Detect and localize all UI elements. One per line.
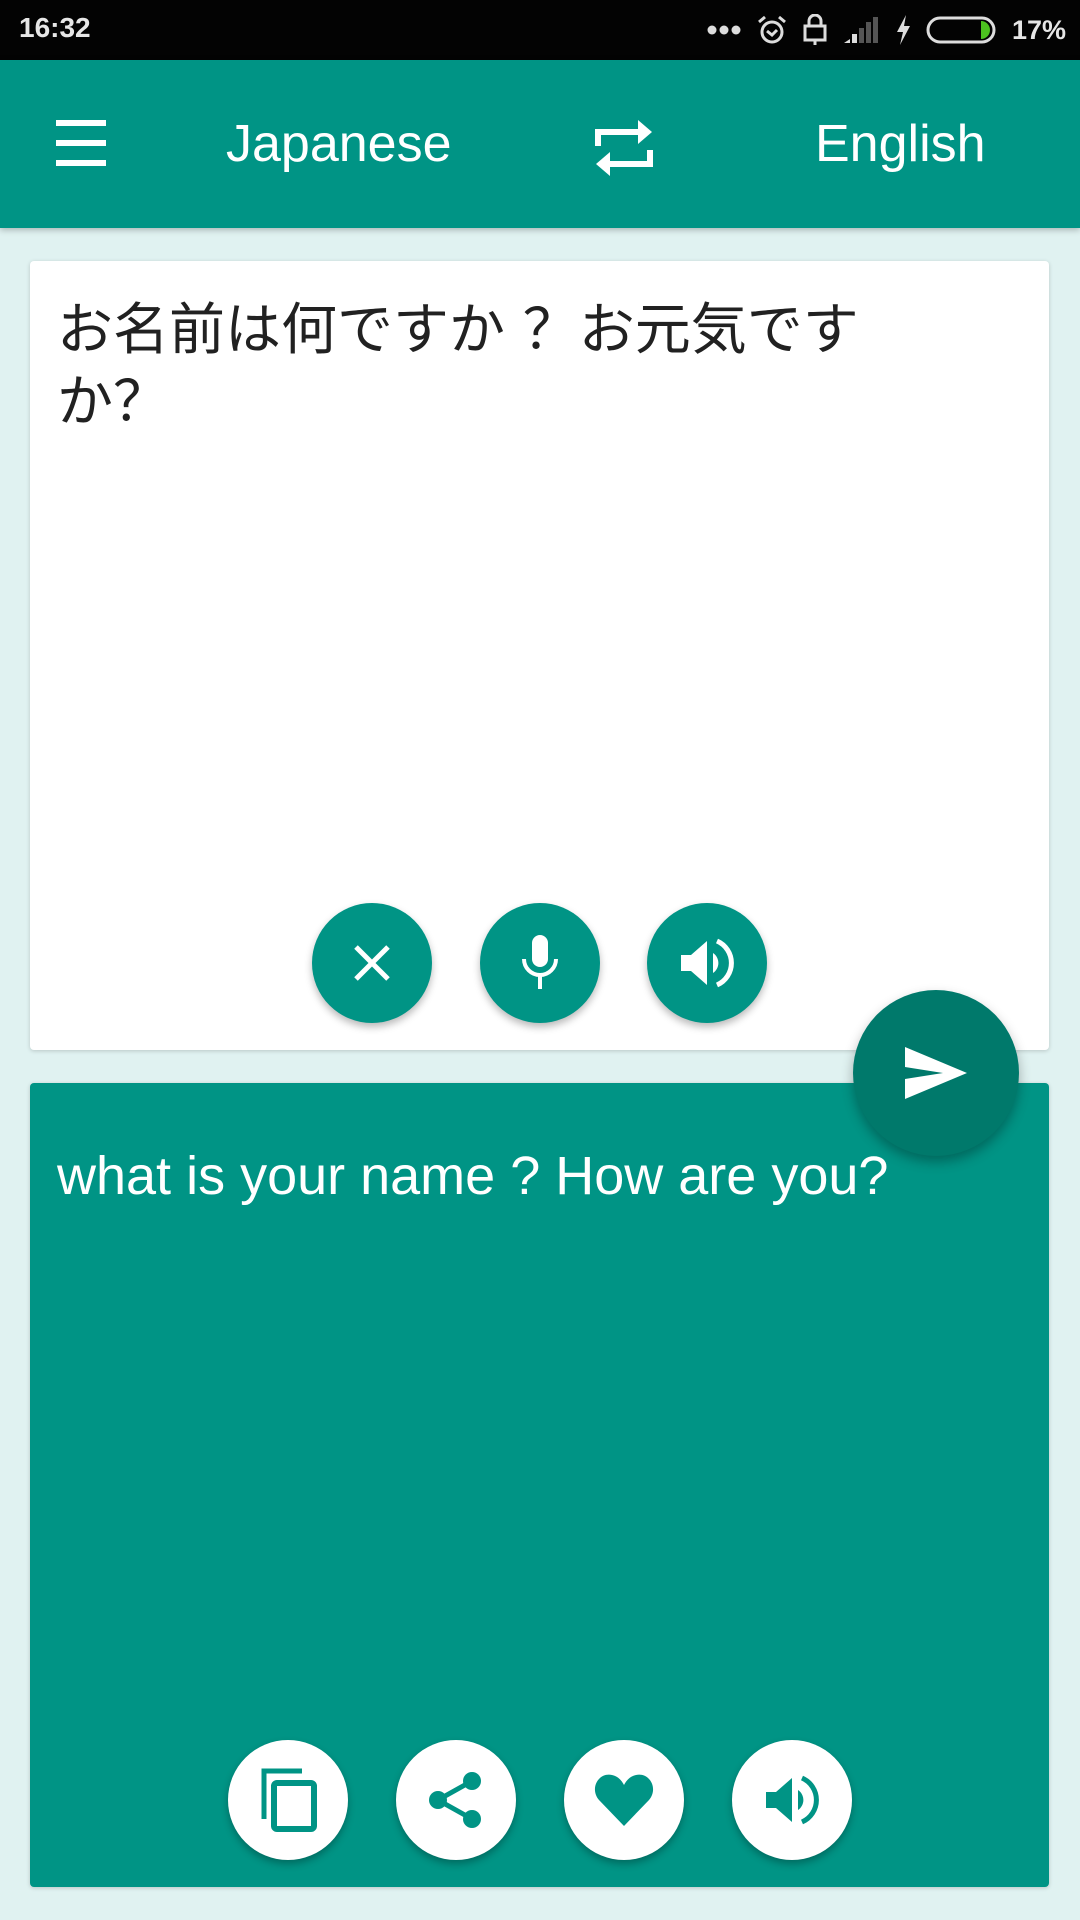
- status-bar: 16:32 17%: [0, 0, 1080, 60]
- translate-button[interactable]: [853, 990, 1019, 1156]
- source-text-input[interactable]: お名前は何ですか ？お元気ですか？: [57, 295, 957, 439]
- battery-icon: [926, 15, 998, 45]
- menu-button[interactable]: [48, 118, 118, 170]
- source-text-card: お名前は何ですか ？お元気ですか？: [30, 261, 1049, 1050]
- source-language-selector[interactable]: Japanese: [226, 114, 452, 174]
- speaker-icon: [681, 938, 734, 988]
- app-bar: Japanese English: [0, 60, 1080, 228]
- favorite-button[interactable]: [564, 1740, 684, 1860]
- share-button[interactable]: [396, 1740, 516, 1860]
- speak-translation-button[interactable]: [732, 1740, 852, 1860]
- status-time: 16:32: [19, 12, 91, 43]
- swap-languages-button[interactable]: [588, 112, 660, 184]
- charging-icon: [894, 14, 912, 46]
- send-icon: [905, 1047, 967, 1099]
- share-icon: [429, 1772, 481, 1828]
- voice-input-button[interactable]: [480, 903, 600, 1023]
- swap-languages-icon: [595, 120, 653, 176]
- microphone-icon: [522, 935, 558, 989]
- close-icon: [354, 945, 390, 981]
- more-dots-icon: [706, 24, 742, 36]
- clear-button[interactable]: [312, 903, 432, 1023]
- speak-source-button[interactable]: [647, 903, 767, 1023]
- target-language-selector[interactable]: English: [815, 114, 986, 174]
- translation-card: what is your name ? How are you?: [30, 1083, 1049, 1887]
- copy-icon: [261, 1768, 317, 1832]
- translation-text: what is your name ? How are you?: [57, 1146, 889, 1206]
- heart-icon: [594, 1774, 654, 1826]
- lock-icon: [802, 14, 828, 46]
- battery-percent: 17%: [1011, 14, 1066, 45]
- copy-button[interactable]: [228, 1740, 348, 1860]
- signal-icon: [842, 15, 880, 45]
- speaker-icon: [766, 1775, 819, 1825]
- alarm-icon: [756, 14, 788, 46]
- status-icons: 17%: [706, 0, 1066, 60]
